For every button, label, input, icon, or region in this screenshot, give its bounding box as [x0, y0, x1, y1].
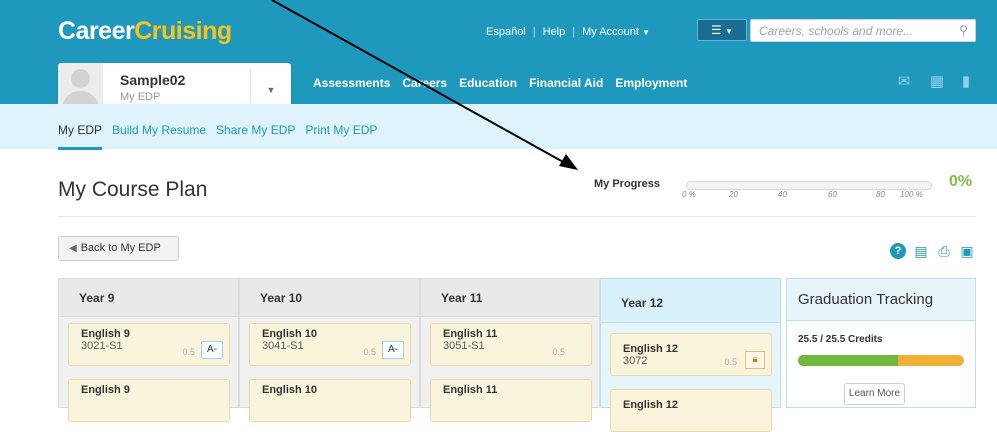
course-card[interactable]: English 11 3051-S1 0.5: [430, 323, 592, 366]
subnav-print-edp[interactable]: Print My EDP: [305, 123, 377, 137]
graduation-progress-fill: [798, 355, 898, 366]
progress-tick: 80: [876, 190, 885, 199]
graduation-progress-bar: [798, 355, 964, 366]
course-name: English 9: [81, 328, 130, 340]
list-icon: ☰: [710, 23, 722, 37]
user-name: Sample02: [120, 72, 186, 88]
course-name: English 11: [443, 328, 498, 340]
career-cruising-logo[interactable]: CareerCruising: [58, 17, 232, 46]
top-header: CareerCruising Español | Help | My Accou…: [0, 0, 997, 118]
subnav-my-edp[interactable]: My EDP: [58, 123, 103, 150]
learn-more-button[interactable]: Learn More: [844, 383, 905, 405]
main-nav: Assessments Careers Education Financial …: [313, 76, 687, 90]
course-credits: 0.5: [363, 347, 376, 357]
progress-tick: 100 %: [900, 190, 923, 199]
my-account-label: My Account: [582, 26, 639, 38]
logo-text-career: Career: [58, 17, 135, 45]
course-card[interactable]: English 12 3072 0.5 🔒︎: [610, 333, 772, 376]
progress-label: My Progress: [594, 178, 661, 190]
year-column: Year 10 English 10 3041-S1 0.5 A- Englis…: [239, 278, 420, 422]
help-icon[interactable]: ?: [890, 243, 906, 259]
progress-tick: 60: [828, 190, 837, 199]
subnav-build-resume[interactable]: Build My Resume: [112, 123, 206, 137]
graduation-title: Graduation Tracking: [787, 279, 975, 321]
course-grade: A-: [382, 341, 404, 359]
clipboard-icon[interactable]: ▮: [956, 73, 976, 90]
divider: [58, 216, 976, 217]
course-card[interactable]: English 11: [430, 379, 592, 422]
course-name: English 10: [262, 328, 318, 340]
course-name: English 9: [81, 384, 130, 396]
mail-icon[interactable]: ✉: [894, 73, 914, 90]
my-account-menu[interactable]: My Account ▼: [582, 26, 650, 38]
course-card[interactable]: English 9 3021-S1 0.5 A-: [68, 323, 230, 366]
search-icon[interactable]: ⚲: [959, 23, 968, 37]
progress-bar: [686, 181, 932, 190]
notebook-icon[interactable]: ▤: [913, 243, 929, 259]
page-title: My Course Plan: [58, 178, 208, 201]
credits-text: 25.5 / 25.5 Credits: [798, 334, 883, 345]
course-code: 3051-S1: [443, 340, 485, 352]
course-card[interactable]: English 10 3041-S1 0.5 A-: [249, 323, 411, 366]
utility-links: Español | Help | My Account ▼: [486, 26, 650, 38]
user-subtitle: My EDP: [120, 91, 161, 103]
progress-tick: 40: [778, 190, 787, 199]
search-input[interactable]: [751, 20, 946, 41]
back-button[interactable]: ◀ Back to My EDP: [58, 236, 179, 261]
progress-percent: 0%: [949, 173, 973, 190]
progress-ticks: 0 % 20 40 60 80 100 %: [682, 190, 942, 202]
nav-careers[interactable]: Careers: [402, 76, 447, 90]
search-box: ⚲: [750, 19, 976, 42]
divider: |: [532, 26, 536, 38]
course-name: English 12: [623, 399, 679, 411]
subnav-share-edp[interactable]: Share My EDP: [216, 123, 295, 137]
year-column: Year 9 English 9 3021-S1 0.5 A- English …: [58, 278, 239, 422]
course-credits: 0.5: [182, 347, 195, 357]
calendar-icon[interactable]: ▦: [927, 73, 947, 90]
print-icon[interactable]: ⎙: [936, 243, 952, 259]
chevron-down-icon: ▼: [725, 27, 734, 36]
logo-text-cruising: Cruising: [134, 17, 232, 45]
nav-education[interactable]: Education: [459, 76, 517, 90]
year-column-current: Year 12 English 12 3072 0.5 🔒︎ English 1…: [600, 278, 781, 432]
list-menu-button[interactable]: ☰ ▼: [697, 19, 747, 41]
briefcase-icon[interactable]: ▣: [959, 243, 975, 259]
back-arrow-icon: ◀: [69, 243, 77, 254]
sub-nav: My EDP Build My Resume Share My EDP Prin…: [0, 104, 997, 150]
graduation-tracking-panel: Graduation Tracking 25.5 / 25.5 Credits …: [786, 278, 976, 408]
year-header: Year 12: [601, 279, 780, 323]
espanol-link[interactable]: Español: [486, 26, 526, 38]
divider: |: [572, 26, 576, 38]
year-column: Year 11 English 11 3051-S1 0.5 English 1…: [420, 278, 600, 422]
year-header: Year 9: [59, 279, 238, 317]
progress-tick: 0 %: [682, 190, 696, 199]
course-card[interactable]: English 10: [249, 379, 411, 422]
course-credits: 0.5: [552, 347, 565, 357]
course-credits: 0.5: [724, 357, 737, 367]
nav-employment[interactable]: Employment: [615, 76, 687, 90]
year-header: Year 10: [240, 279, 419, 317]
course-card[interactable]: English 9: [68, 379, 230, 422]
back-button-label: Back to My EDP: [80, 242, 161, 254]
chevron-down-icon: ▼: [641, 28, 650, 37]
nav-financial-aid[interactable]: Financial Aid: [529, 76, 603, 90]
course-name: English 11: [443, 384, 498, 396]
nav-assessments[interactable]: Assessments: [313, 76, 390, 90]
lock-icon: 🔒︎: [745, 351, 765, 369]
progress-tick: 20: [729, 190, 738, 199]
help-link[interactable]: Help: [543, 26, 566, 38]
course-card[interactable]: English 12: [610, 389, 772, 432]
course-grade: A-: [201, 341, 223, 359]
course-name: English 10: [262, 384, 318, 396]
year-header: Year 11: [421, 279, 599, 317]
